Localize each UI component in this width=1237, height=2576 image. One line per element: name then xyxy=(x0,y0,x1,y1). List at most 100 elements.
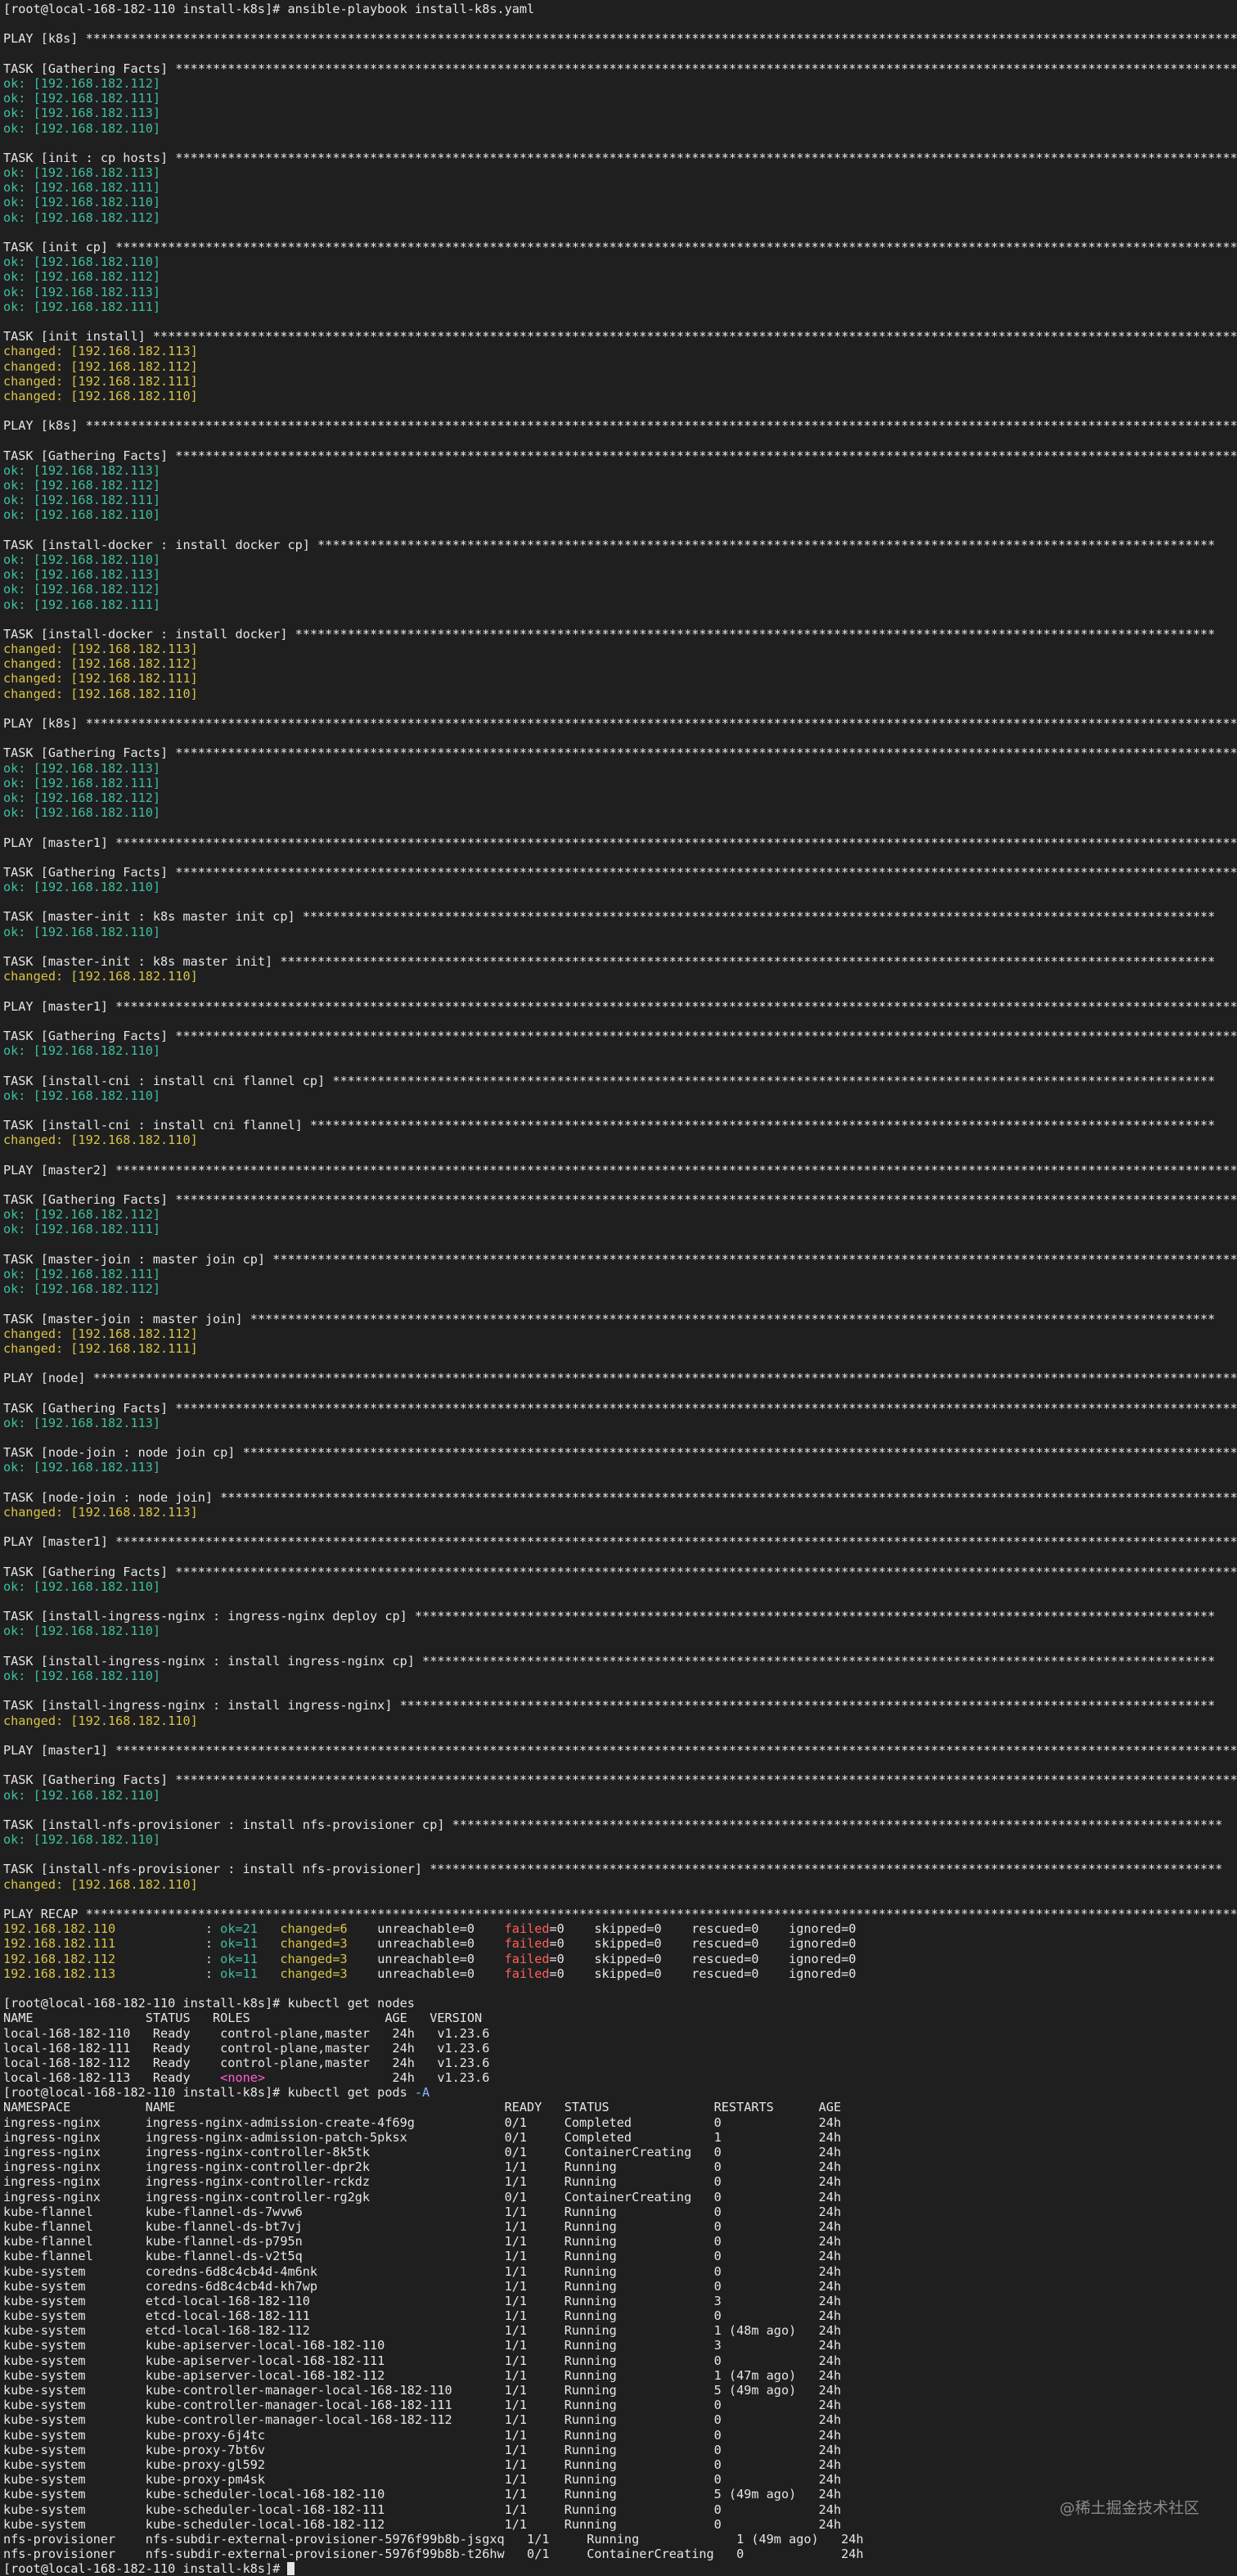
terminal-line: PLAY [master2] *************************… xyxy=(3,1163,1237,1178)
terminal-line: local-168-182-111 Ready control-plane,ma… xyxy=(3,2041,1237,2056)
terminal-line: ok: [192.168.182.112] xyxy=(3,210,1237,225)
terminal-line: PLAY [master1] *************************… xyxy=(3,999,1237,1014)
terminal-text: TASK [install-ingress-nginx : ingress-ng… xyxy=(3,1609,1216,1624)
terminal-text: TASK [install-docker : install docker cp… xyxy=(3,537,1216,552)
terminal-line: changed: [192.168.182.113] xyxy=(3,1505,1237,1520)
terminal-text: ok: [192.168.182.112] xyxy=(3,75,161,91)
terminal-line: TASK [Gathering Facts] *****************… xyxy=(3,865,1237,880)
terminal-text: kube-system kube-proxy-7bt6v 1/1 Running… xyxy=(3,2442,842,2457)
terminal-line: local-168-182-110 Ready control-plane,ma… xyxy=(3,2026,1237,2041)
terminal-line: kube-system kube-controller-manager-loca… xyxy=(3,2398,1237,2412)
terminal-text: ok: [192.168.182.110] xyxy=(3,1624,161,1639)
terminal-text: local-168-182-113 Ready xyxy=(3,2070,221,2086)
terminal-text: PLAY [k8s] *****************************… xyxy=(3,31,1237,47)
terminal-text: kube-system kube-apiserver-local-168-182… xyxy=(3,2338,842,2353)
terminal-line: ok: [192.168.182.113] xyxy=(3,567,1237,582)
terminal-text: 192.168.182.110 xyxy=(3,1921,116,1937)
terminal-text: ok: [192.168.182.111] xyxy=(3,1222,161,1237)
terminal-text: changed: [192.168.182.111] xyxy=(3,671,198,687)
terminal-text: ingress-nginx ingress-nginx-controller-8… xyxy=(3,2145,842,2159)
terminal-text: TASK [Gathering Facts] *****************… xyxy=(3,745,1237,761)
terminal-text: local-168-182-112 Ready control-plane,ma… xyxy=(3,2055,490,2070)
terminal-line: changed: [192.168.182.110] xyxy=(3,389,1237,403)
terminal-line: NAMESPACE NAME READY STATUS RESTARTS AGE xyxy=(3,2100,1237,2114)
terminal-line: ok: [192.168.182.110] xyxy=(3,1832,1237,1847)
terminal-text: failed xyxy=(504,1921,550,1937)
terminal-text: kube-system kube-scheduler-local-168-182… xyxy=(3,2502,842,2517)
terminal-text: ingress-nginx ingress-nginx-controller-r… xyxy=(3,2189,842,2204)
terminal-line: TASK [install-nfs-provisioner : install … xyxy=(3,1817,1237,1832)
terminal-line: kube-system kube-apiserver-local-168-182… xyxy=(3,2368,1237,2383)
terminal-line: changed: [192.168.182.111] xyxy=(3,374,1237,389)
terminal-line: [root@local-168-182-110 install-k8s]# ku… xyxy=(3,1996,1237,2011)
terminal-line: ok: [192.168.182.110] xyxy=(3,1624,1237,1638)
terminal-window[interactable]: { "terminal": { "lines": [ [{"t":"[root@… xyxy=(0,0,1237,2576)
terminal-line: ok: [192.168.182.112] xyxy=(3,1281,1237,1296)
terminal-text: PLAY [k8s] *****************************… xyxy=(3,716,1237,731)
terminal-text: ok: [192.168.182.112] xyxy=(3,478,161,493)
terminal-line: PLAY [k8s] *****************************… xyxy=(3,716,1237,731)
terminal-text: ingress-nginx ingress-nginx-admission-pa… xyxy=(3,2129,842,2145)
terminal-line: kube-system kube-proxy-gl592 1/1 Running… xyxy=(3,2457,1237,2472)
terminal-line: changed: [192.168.182.110] xyxy=(3,1877,1237,1892)
terminal-text: ok: [192.168.182.113] xyxy=(3,1415,161,1430)
terminal-text: nfs-provisioner nfs-subdir-external-prov… xyxy=(3,2531,864,2547)
terminal-text: changed: [192.168.182.110] xyxy=(3,388,198,403)
terminal-line: changed: [192.168.182.110] xyxy=(3,1133,1237,1147)
terminal-line: kube-flannel kube-flannel-ds-v2t5q 1/1 R… xyxy=(3,2249,1237,2263)
terminal-line: kube-flannel kube-flannel-ds-7wvw6 1/1 R… xyxy=(3,2204,1237,2219)
terminal-text: kube-system kube-controller-manager-loca… xyxy=(3,2398,842,2413)
terminal-line: kube-system coredns-6d8c4cb4d-kh7wp 1/1 … xyxy=(3,2279,1237,2294)
terminal-text: TASK [init : cp hosts] *****************… xyxy=(3,150,1237,165)
terminal-output[interactable]: [root@local-168-182-110 install-k8s]# an… xyxy=(0,0,1237,2576)
terminal-text: changed=3 xyxy=(280,1936,348,1952)
terminal-line: ok: [192.168.182.111] xyxy=(3,91,1237,106)
terminal-text: ok: [192.168.182.110] xyxy=(3,507,161,523)
terminal-line: TASK [install-ingress-nginx : install in… xyxy=(3,1698,1237,1713)
terminal-line: ok: [192.168.182.110] xyxy=(3,1088,1237,1103)
terminal-line: ok: [192.168.182.110] xyxy=(3,195,1237,209)
terminal-text: TASK [Gathering Facts] *****************… xyxy=(3,1192,1237,1207)
terminal-line: TASK [master-join : master join cp] ****… xyxy=(3,1252,1237,1267)
terminal-line: ok: [192.168.182.110] xyxy=(3,552,1237,567)
terminal-line: ok: [192.168.182.111] xyxy=(3,493,1237,507)
terminal-line: 192.168.182.111 : ok=11 changed=3 unreac… xyxy=(3,1936,1237,1951)
terminal-line: 192.168.182.112 : ok=11 changed=3 unreac… xyxy=(3,1952,1237,1966)
terminal-text: TASK [install-nfs-provisioner : install … xyxy=(3,1862,1223,1877)
terminal-text: ok: [192.168.182.113] xyxy=(3,1460,161,1475)
terminal-line: ok: [192.168.182.112] xyxy=(3,790,1237,805)
terminal-text: ok: [192.168.182.110] xyxy=(3,254,161,270)
terminal-text: failed xyxy=(504,1936,550,1952)
terminal-text: ok: [192.168.182.113] xyxy=(3,760,161,776)
terminal-text: ok: [192.168.182.110] xyxy=(3,880,161,895)
terminal-text: ok: [192.168.182.111] xyxy=(3,493,161,508)
terminal-text: TASK [init cp] *************************… xyxy=(3,240,1237,254)
terminal-text: ok: [192.168.182.110] xyxy=(3,552,161,567)
terminal-text: ok: [192.168.182.110] xyxy=(3,195,161,210)
terminal-text: ok: [192.168.182.112] xyxy=(3,209,161,225)
terminal-text: kube-system kube-proxy-gl592 1/1 Running… xyxy=(3,2457,842,2472)
terminal-text: TASK [node-join : node join] ***********… xyxy=(3,1489,1237,1505)
terminal-text: ok: [192.168.182.112] xyxy=(3,1281,161,1297)
terminal-text: TASK [master-join : master join cp] ****… xyxy=(3,1251,1237,1267)
terminal-text: PLAY [master1] *************************… xyxy=(3,998,1237,1014)
terminal-text: ok=11 xyxy=(220,1966,258,1981)
terminal-line: ok: [192.168.182.111] xyxy=(3,1267,1237,1281)
terminal-text: nfs-provisioner nfs-subdir-external-prov… xyxy=(3,2547,864,2562)
